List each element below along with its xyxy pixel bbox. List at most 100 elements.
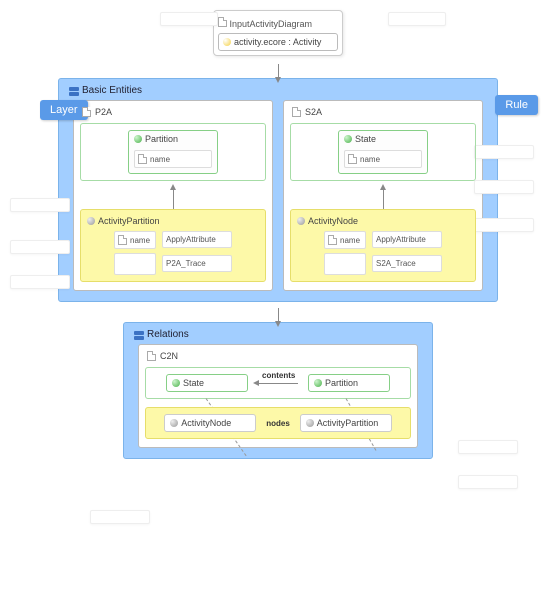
apply-col-right: ApplyAttribute P2A_Trace xyxy=(162,228,232,275)
class-icon xyxy=(172,379,180,387)
rule-title: P2A xyxy=(80,105,266,123)
input-diagram-box: InputActivityDiagram activity.ecore : Ac… xyxy=(213,10,343,56)
entity-title-text: ActivityPartition xyxy=(317,418,379,428)
rule-c2n: C2N State contents Partition xyxy=(138,344,418,448)
input-diagram-content-text: activity.ecore : Activity xyxy=(234,37,321,47)
apply-attr-label: ApplyAttribute xyxy=(376,235,426,244)
rule-title-text: S2A xyxy=(305,107,322,117)
match-zone: Partition name xyxy=(80,123,266,181)
model-icon xyxy=(223,38,231,46)
attribute-box: name xyxy=(324,231,366,249)
match-row: State contents Partition xyxy=(152,374,404,392)
apply-zone: ActivityNode nodes ActivityPartition xyxy=(145,407,411,439)
layer-header: Relations xyxy=(132,327,424,344)
arrow-down-icon xyxy=(278,308,279,322)
entity-title: State xyxy=(344,134,422,147)
class-grey-icon xyxy=(170,419,178,427)
layer-title-text: Relations xyxy=(147,329,189,340)
entity-state: State xyxy=(166,374,248,392)
class-grey-icon xyxy=(87,217,95,225)
floating-label xyxy=(388,12,446,26)
entity-title-text: Partition xyxy=(145,134,178,144)
floating-label xyxy=(458,440,518,454)
class-icon xyxy=(134,135,142,143)
edge-label: nodes xyxy=(266,419,290,428)
input-diagram-title: InputActivityDiagram xyxy=(218,15,338,33)
entity-state: State name xyxy=(338,130,428,174)
attr-text: name xyxy=(340,236,360,245)
entity-activity-node: ActivityNode xyxy=(164,414,256,432)
trace-text: P2A_Trace xyxy=(166,259,206,268)
document-icon xyxy=(218,17,227,27)
apply-col-left: name xyxy=(114,228,156,275)
rules-row: P2A Partition name xyxy=(67,100,489,291)
class-icon xyxy=(344,135,352,143)
floating-label xyxy=(458,475,518,489)
rule-title: C2N xyxy=(145,349,411,367)
edge-label: contents xyxy=(262,371,295,380)
apply-title: ActivityNode xyxy=(297,216,469,228)
rule-title-text: P2A xyxy=(95,107,112,117)
entity-partition: Partition name xyxy=(128,130,218,174)
apply-row: name ApplyAttribute P2A_Trace xyxy=(87,228,259,275)
input-diagram-content: activity.ecore : Activity xyxy=(218,33,338,51)
apply-attribute-box: ApplyAttribute xyxy=(162,231,232,248)
entity-title-text: ActivityNode xyxy=(181,418,231,428)
attr-icon xyxy=(118,235,127,245)
empty-slot xyxy=(114,253,156,275)
class-grey-icon xyxy=(297,217,305,225)
apply-row: ActivityNode nodes ActivityPartition xyxy=(152,414,404,432)
diagram-root: InputActivityDiagram activity.ecore : Ac… xyxy=(10,10,546,459)
match-zone: State name xyxy=(290,123,476,181)
floating-label xyxy=(90,510,150,524)
attribute-box: name xyxy=(344,150,422,168)
apply-title-text: ActivityPartition xyxy=(98,216,160,226)
arrow-down-icon xyxy=(278,64,279,78)
document-icon xyxy=(82,107,91,117)
attribute-box: name xyxy=(134,150,212,168)
rule-s2a: S2A State name xyxy=(283,100,483,291)
entity-title-text: State xyxy=(355,134,376,144)
class-grey-icon xyxy=(306,419,314,427)
floating-label xyxy=(10,240,70,254)
floating-label xyxy=(474,145,534,159)
document-icon xyxy=(147,351,156,361)
layer-icon xyxy=(134,331,144,339)
entity-partition: Partition xyxy=(308,374,390,392)
arrow-up-icon xyxy=(173,189,174,209)
trace-box: S2A_Trace xyxy=(372,255,442,272)
input-diagram-title-text: InputActivityDiagram xyxy=(230,19,313,29)
rule-tag: Rule xyxy=(495,95,538,115)
attr-text: name xyxy=(130,236,150,245)
basic-entities-layer: Basic Entities P2A Partition xyxy=(58,78,498,302)
attr-icon xyxy=(348,154,357,164)
attr-text: name xyxy=(360,155,380,164)
apply-col-right: ApplyAttribute S2A_Trace xyxy=(372,228,442,275)
apply-title: ActivityPartition xyxy=(87,216,259,228)
floating-label xyxy=(160,12,218,26)
apply-zone: ActivityPartition name ApplyAt xyxy=(80,209,266,282)
document-icon xyxy=(292,107,301,117)
class-icon xyxy=(314,379,322,387)
attr-icon xyxy=(138,154,147,164)
floating-label xyxy=(10,198,70,212)
arrow-up-icon xyxy=(383,189,384,209)
floating-label xyxy=(474,180,534,194)
attr-icon xyxy=(328,235,337,245)
trace-text: S2A_Trace xyxy=(376,259,416,268)
floating-label xyxy=(10,275,70,289)
entity-title-text: State xyxy=(183,378,204,388)
match-zone: State contents Partition xyxy=(145,367,411,399)
apply-attribute-box: ApplyAttribute xyxy=(372,231,442,248)
layer-header: Basic Entities xyxy=(67,83,489,100)
apply-col-left: name xyxy=(324,228,366,275)
layer-icon xyxy=(69,87,79,95)
edge-contents: contents xyxy=(258,383,298,384)
attribute-box: name xyxy=(114,231,156,249)
apply-attr-label: ApplyAttribute xyxy=(166,235,216,244)
rule-title-text: C2N xyxy=(160,351,178,361)
floating-label xyxy=(474,218,534,232)
rule-title: S2A xyxy=(290,105,476,123)
layer-title-text: Basic Entities xyxy=(82,85,142,96)
layer-tag: Layer xyxy=(40,100,88,120)
